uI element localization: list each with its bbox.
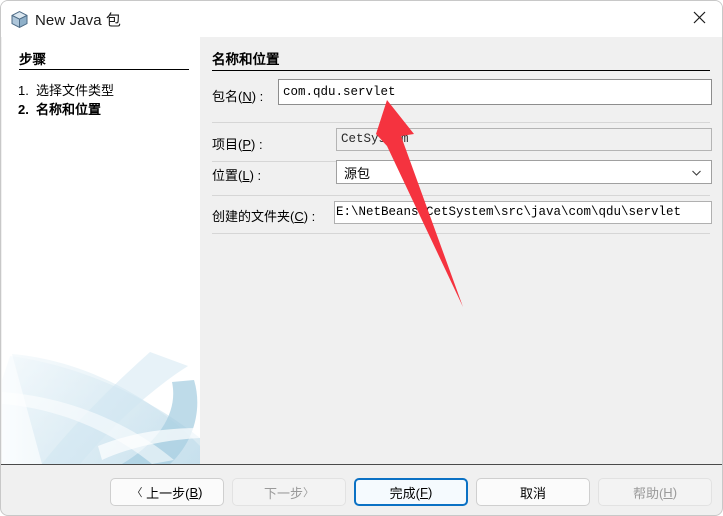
content-panel: 名称和位置 包名(N) : com.qdu.servlet 项目(P) : Ce…	[200, 37, 721, 464]
title-bar: New Java 包	[1, 1, 722, 37]
next-button: 下一步 〉	[232, 478, 346, 506]
project-input: CetSystem	[336, 128, 712, 151]
section-divider	[212, 70, 710, 71]
location-label: 位置(L) :	[212, 168, 262, 183]
java-package-cube-icon	[10, 10, 29, 29]
new-java-package-dialog: New Java 包 步骤 1. 选择文件类型 2. 名称和位置 名称和位置 包…	[0, 0, 723, 516]
close-icon[interactable]	[676, 1, 722, 34]
steps-heading: 步骤	[19, 52, 46, 67]
step-item-1: 1. 选择文件类型	[18, 80, 114, 99]
step-2-number: 2.	[18, 102, 29, 117]
package-name-input[interactable]: com.qdu.servlet	[278, 79, 712, 105]
steps-panel: 步骤 1. 选择文件类型 2. 名称和位置	[2, 37, 200, 464]
created-folder-input[interactable]: E:\NetBeans\CetSystem\src\java\com\qdu\s…	[334, 201, 712, 224]
back-button[interactable]: 〈 上一步(B)	[110, 478, 224, 506]
step-2-label: 名称和位置	[36, 102, 102, 117]
help-button: 帮助(H)	[598, 478, 712, 506]
created-folder-label: 创建的文件夹(C) :	[212, 209, 316, 224]
location-selected-value: 源包	[344, 165, 371, 181]
next-button-caret: 〉	[303, 487, 314, 499]
cancel-button-label: 取消	[519, 485, 546, 501]
button-bar: 〈 上一步(B) 下一步 〉 完成(F) 取消 帮助(H)	[2, 465, 721, 515]
finish-button[interactable]: 完成(F)	[354, 478, 468, 506]
back-button-mnemonic: B	[189, 484, 199, 500]
section-heading: 名称和位置	[212, 52, 280, 67]
step-1-label: 选择文件类型	[36, 83, 115, 98]
step-item-2: 2. 名称和位置	[18, 99, 101, 118]
finish-button-mnemonic: F	[420, 484, 428, 500]
steps-divider	[19, 69, 189, 70]
location-combobox[interactable]: 源包	[336, 160, 712, 184]
wizard-decoration-graphic	[2, 334, 200, 464]
back-button-label: 上一步(	[146, 485, 190, 501]
cancel-button[interactable]: 取消	[476, 478, 590, 506]
next-button-label: 下一步	[263, 485, 303, 501]
step-1-number: 1.	[18, 83, 29, 98]
finish-button-label: 完成(	[389, 485, 421, 501]
back-button-caret: 〈	[131, 487, 143, 499]
help-button-mnemonic: H	[663, 484, 673, 500]
help-button-label: 帮助(	[632, 485, 664, 501]
package-name-label: 包名(N) :	[212, 89, 264, 104]
chevron-down-icon	[691, 167, 702, 178]
project-label: 项目(P) :	[212, 137, 263, 152]
window-title: New Java 包	[35, 12, 122, 29]
